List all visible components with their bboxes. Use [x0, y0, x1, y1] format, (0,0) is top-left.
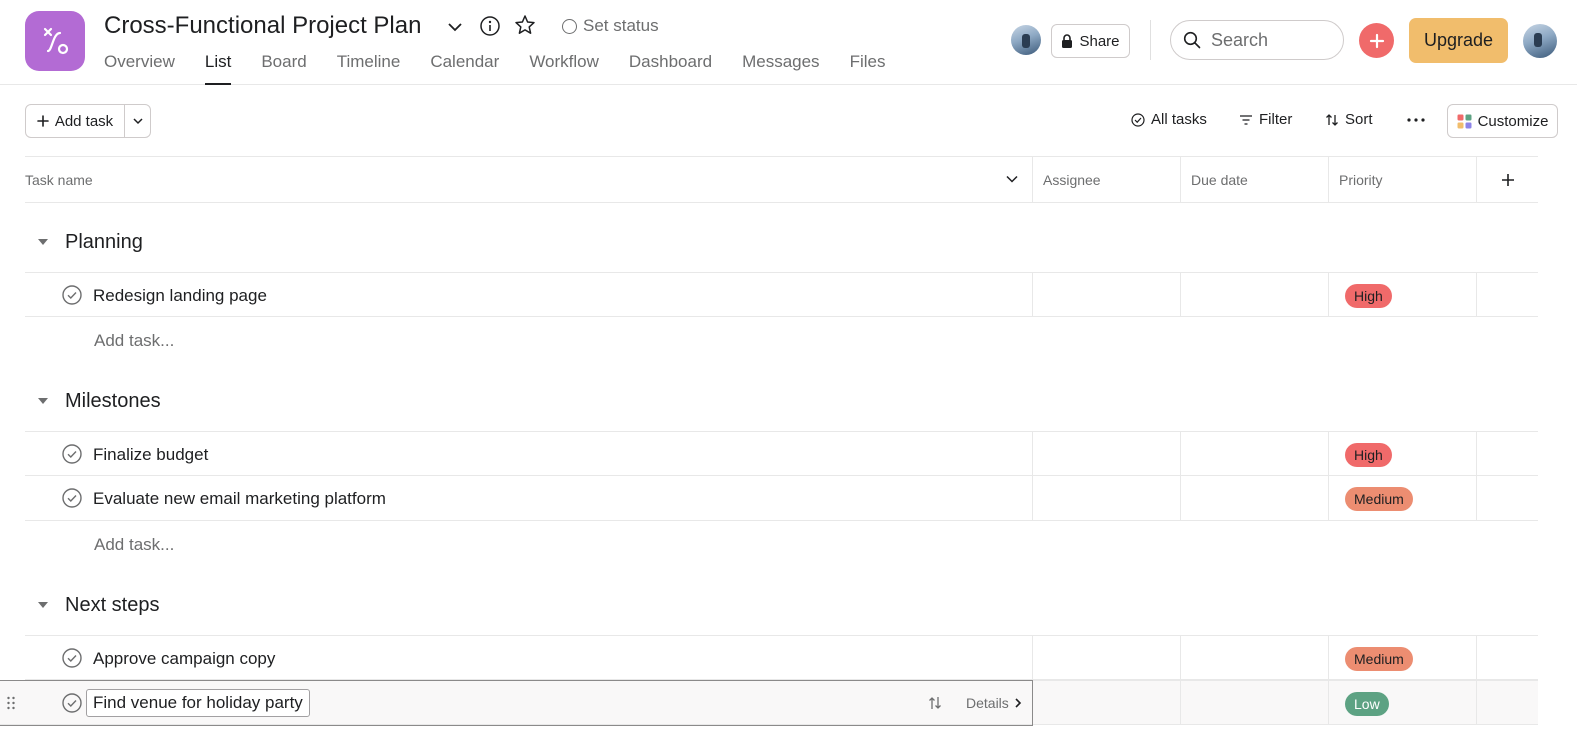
task-row[interactable]: Approve campaign copy Medium [25, 635, 1538, 680]
customize-button[interactable]: Customize [1447, 104, 1558, 138]
status-circle-icon [562, 18, 577, 34]
add-task-label: Add task [54, 112, 114, 130]
tab-list[interactable]: List [204, 52, 232, 85]
filter-icon [1240, 114, 1252, 125]
section-title: Next steps [65, 593, 160, 616]
info-icon[interactable] [479, 15, 501, 37]
reorder-arrows-icon[interactable] [926, 694, 944, 712]
priority-badge[interactable]: High [1345, 284, 1392, 308]
task-name[interactable]: Approve campaign copy [93, 649, 275, 669]
add-task-placeholder: Add task... [94, 331, 175, 350]
add-task-placeholder: Add task... [94, 535, 175, 554]
priority-badge[interactable]: Medium [1345, 647, 1413, 671]
tab-overview[interactable]: Overview [104, 52, 175, 85]
caret-down-icon[interactable] [36, 598, 50, 612]
task-name[interactable]: Evaluate new email marketing platform [93, 489, 386, 509]
column-header-assignee[interactable]: Assignee [1032, 157, 1180, 202]
filter-label: Filter [1259, 111, 1293, 128]
section-title: Milestones [65, 389, 161, 412]
more-options-button[interactable] [1405, 110, 1427, 130]
task-row[interactable]: Redesign landing page High [25, 272, 1538, 317]
tab-timeline[interactable]: Timeline [337, 52, 401, 85]
plus-icon [37, 115, 49, 127]
check-circle-icon[interactable] [62, 444, 82, 464]
section-header[interactable]: Planning [25, 222, 1538, 262]
star-icon[interactable] [514, 14, 536, 36]
section-title: Planning [65, 230, 143, 253]
all-tasks-label: All tasks [1151, 111, 1207, 128]
task-row[interactable]: Finalize budget High [25, 431, 1538, 476]
check-circle-icon [1131, 112, 1145, 127]
section-header[interactable]: Next steps [25, 585, 1538, 625]
priority-badge[interactable]: Low [1345, 692, 1389, 716]
caret-down-icon[interactable] [36, 235, 50, 249]
column-header-priority[interactable]: Priority [1328, 157, 1476, 202]
tab-calendar[interactable]: Calendar [430, 52, 499, 85]
task-row-hovered[interactable]: Find venue for holiday party Details Low [0, 680, 1538, 726]
check-circle-icon[interactable] [62, 693, 82, 713]
task-table-header: Task name Assignee Due date Priority [25, 156, 1538, 203]
all-tasks-button[interactable]: All tasks [1131, 111, 1207, 128]
plus-icon [1369, 33, 1384, 48]
section-header[interactable]: Milestones [25, 381, 1538, 421]
chevron-down-icon[interactable] [445, 17, 465, 37]
task-name[interactable]: Redesign landing page [93, 286, 267, 306]
customize-label: Customize [1477, 112, 1549, 130]
column-header-due-date[interactable]: Due date [1180, 157, 1328, 202]
task-name-editing[interactable]: Find venue for holiday party [86, 689, 310, 717]
sort-button[interactable]: Sort [1325, 111, 1373, 128]
page-title[interactable]: Cross-Functional Project Plan [104, 12, 421, 40]
set-status-button[interactable]: Set status [562, 16, 659, 36]
customize-grid-icon [1457, 114, 1472, 128]
project-header: Cross-Functional Project Plan Set status… [0, 0, 1577, 85]
chevron-down-icon[interactable] [1003, 170, 1021, 188]
priority-badge[interactable]: Medium [1345, 487, 1413, 511]
share-button[interactable]: Share [1051, 24, 1130, 58]
sort-label: Sort [1345, 111, 1373, 128]
search-icon [1183, 31, 1201, 49]
tab-workflow[interactable]: Workflow [529, 52, 599, 85]
task-row[interactable]: Evaluate new email marketing platform Me… [25, 476, 1538, 521]
search-box[interactable] [1170, 20, 1344, 60]
project-icon[interactable] [25, 11, 85, 71]
check-circle-icon[interactable] [62, 488, 82, 508]
plus-icon [1501, 173, 1514, 186]
filter-button[interactable]: Filter [1239, 111, 1292, 128]
create-button[interactable] [1359, 23, 1394, 58]
drag-handle-icon[interactable] [6, 696, 16, 710]
chevron-down-icon [132, 118, 143, 125]
chevron-right-icon [1015, 698, 1021, 708]
workflow-icon [43, 27, 69, 55]
upgrade-button[interactable]: Upgrade [1409, 18, 1508, 63]
project-tabs: Overview List Board Timeline Calendar Wo… [104, 52, 915, 85]
add-task-dropdown[interactable] [125, 105, 150, 137]
tab-files[interactable]: Files [850, 52, 886, 85]
add-task-button-group: Add task [25, 104, 151, 138]
tab-messages[interactable]: Messages [742, 52, 819, 85]
details-button[interactable]: Details [966, 695, 1023, 711]
caret-down-icon[interactable] [36, 394, 50, 408]
task-name[interactable]: Finalize budget [93, 445, 208, 465]
check-circle-icon[interactable] [62, 648, 82, 668]
priority-badge[interactable]: High [1345, 443, 1392, 467]
column-header-task-name[interactable]: Task name [25, 157, 93, 202]
lock-icon [1062, 34, 1073, 48]
check-circle-icon[interactable] [62, 285, 82, 305]
more-horizontal-icon [1407, 118, 1425, 122]
add-task-inline[interactable]: Add task... [25, 522, 1035, 567]
sort-icon [1326, 113, 1338, 126]
tab-dashboard[interactable]: Dashboard [629, 52, 712, 85]
add-column-button[interactable] [1476, 157, 1538, 202]
add-task-button[interactable]: Add task [26, 105, 125, 137]
share-label: Share [1079, 32, 1120, 50]
header-divider [1150, 20, 1151, 60]
tab-board[interactable]: Board [261, 52, 306, 85]
user-avatar[interactable] [1523, 24, 1557, 58]
set-status-label: Set status [583, 16, 659, 35]
details-label: Details [966, 695, 1009, 711]
member-avatar[interactable] [1011, 25, 1041, 55]
search-input[interactable] [1211, 29, 1321, 51]
add-task-inline[interactable]: Add task... [25, 318, 1035, 363]
